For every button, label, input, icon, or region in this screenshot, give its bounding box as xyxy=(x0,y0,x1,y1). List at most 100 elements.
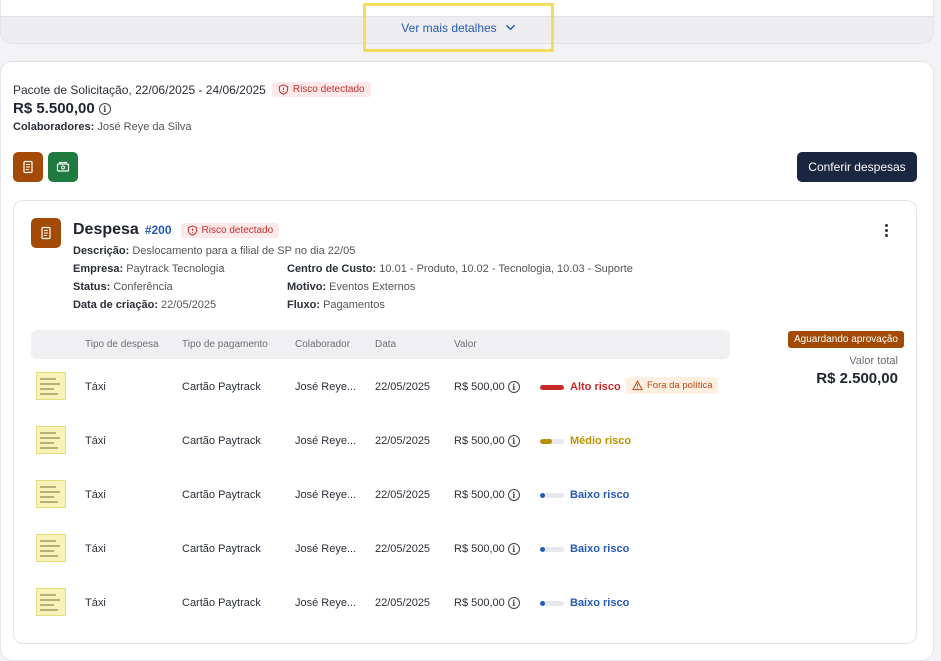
package-amount: R$ 5.500,00 i xyxy=(13,100,111,117)
expense-risk-label: Risco detectado xyxy=(201,224,274,236)
receipt-thumbnail[interactable] xyxy=(36,588,66,616)
column-header-expense-type[interactable]: Tipo de despesa xyxy=(85,339,159,350)
risk-level-bar xyxy=(540,601,564,606)
expense-id-link[interactable]: #200 xyxy=(145,223,172,237)
flow-label: Fluxo: xyxy=(287,299,320,311)
cell-value-text: R$ 500,00 xyxy=(454,543,505,555)
expense-risk-badge: Risco detectado xyxy=(180,222,280,238)
risk-label: Baixo risco xyxy=(570,543,630,555)
reason-line: Motivo: Eventos Externos xyxy=(287,281,415,293)
package-risk-label: Risco detectado xyxy=(292,84,365,95)
flow-value: Pagamentos xyxy=(323,299,385,311)
status-badge: Aguardando aprovação xyxy=(788,331,904,348)
risk-level-bar xyxy=(540,385,564,390)
cell-collaborator: José Reye... xyxy=(295,435,357,447)
collaborators-value: José Reye da Silva xyxy=(97,121,192,133)
risk-level-bar xyxy=(540,547,564,552)
collaborators-label: Colaboradores: xyxy=(13,121,95,133)
cell-expense-type: Táxi xyxy=(85,489,106,501)
cell-expense-type: Táxi xyxy=(85,597,106,609)
description-line: Descrição: Deslocamento para a filial de… xyxy=(73,245,355,257)
cell-collaborator: José Reye... xyxy=(295,543,357,555)
cell-value: R$ 500,00 i xyxy=(454,381,520,393)
package-card: Pacote de Solicitação, 22/06/2025 - 24/0… xyxy=(0,61,934,661)
info-icon[interactable]: i xyxy=(507,489,520,501)
package-risk-badge: Risco detectado xyxy=(271,82,371,97)
risk-level-bar xyxy=(540,493,564,498)
cell-collaborator: José Reye... xyxy=(295,597,357,609)
risk-label: Baixo risco xyxy=(570,597,630,609)
receipt-thumbnail[interactable] xyxy=(36,372,66,400)
expense-card: Despesa #200 Risco detectado Descrição: … xyxy=(13,200,917,644)
info-icon[interactable]: i xyxy=(507,435,520,447)
table-row[interactable]: Táxi Cartão Paytrack José Reye... 22/05/202… xyxy=(31,475,730,515)
policy-badge: Fora da política xyxy=(626,377,719,394)
table-header: Tipo de despesa Tipo de pagamento Colabo… xyxy=(31,330,730,359)
company-label: Empresa: xyxy=(73,263,124,275)
cell-value: R$ 500,00 i xyxy=(454,489,520,501)
package-amount-value: R$ 5.500,00 xyxy=(13,100,95,117)
receipt-thumbnail[interactable] xyxy=(36,480,66,508)
status-label: Status: xyxy=(73,281,111,293)
cell-value-text: R$ 500,00 xyxy=(454,435,505,447)
created-value: 22/05/2025 xyxy=(161,299,217,311)
cell-expense-type: Táxi xyxy=(85,381,106,393)
risk-label: Baixo risco xyxy=(570,489,630,501)
cell-date: 22/05/2025 xyxy=(375,597,431,609)
column-header-collaborator[interactable]: Colaborador xyxy=(295,339,350,350)
column-header-value[interactable]: Valor xyxy=(454,339,477,350)
company-line: Empresa: Paytrack Tecnologia xyxy=(73,263,224,275)
cell-payment-type: Cartão Paytrack xyxy=(182,597,261,609)
cash-button[interactable] xyxy=(48,152,78,182)
receipt-thumbnail[interactable] xyxy=(36,426,66,454)
cost-center-value: 10.01 - Produto, 10.02 - Tecnologia, 10.… xyxy=(379,263,633,275)
cash-icon xyxy=(56,161,70,172)
receipt-button[interactable] xyxy=(13,152,43,182)
cell-payment-type: Cartão Paytrack xyxy=(182,381,261,393)
flow-line: Fluxo: Pagamentos xyxy=(287,299,385,311)
description-value: Deslocamento para a filial de SP no dia … xyxy=(132,245,356,257)
risk-label: Médio risco xyxy=(570,435,632,447)
cell-value-text: R$ 500,00 xyxy=(454,381,505,393)
expense-header: Despesa #200 Risco detectado xyxy=(73,221,280,239)
package-collaborators: Colaboradores: José Reye da Silva xyxy=(13,121,192,133)
cell-value-text: R$ 500,00 xyxy=(454,597,505,609)
cell-expense-type: Táxi xyxy=(85,543,106,555)
status-value: Conferência xyxy=(113,281,173,293)
reason-label: Motivo: xyxy=(287,281,327,293)
info-icon[interactable]: i xyxy=(507,381,520,393)
cost-center-label: Centro de Custo: xyxy=(287,263,377,275)
more-details-label: Ver mais detalhes xyxy=(401,20,497,35)
cell-date: 22/05/2025 xyxy=(375,381,431,393)
cost-center-line: Centro de Custo: 10.01 - Produto, 10.02 … xyxy=(287,263,633,275)
table-row[interactable]: Táxi Cartão Paytrack José Reye... 22/05/202… xyxy=(31,529,730,569)
cell-expense-type: Táxi xyxy=(85,435,106,447)
cell-date: 22/05/2025 xyxy=(375,489,431,501)
table-row[interactable]: Táxi Cartão Paytrack José Reye... 22/05/202… xyxy=(31,421,730,461)
package-header: Pacote de Solicitação, 22/06/2025 - 24/0… xyxy=(13,82,371,97)
risk-label: Alto risco xyxy=(570,381,621,393)
info-icon[interactable]: i xyxy=(507,543,520,555)
warning-icon xyxy=(632,380,643,391)
company-value: Paytrack Tecnologia xyxy=(126,263,225,275)
reason-value: Eventos Externos xyxy=(329,281,416,293)
more-options-icon[interactable] xyxy=(877,221,895,239)
chevron-down-icon xyxy=(505,24,515,31)
column-header-date[interactable]: Data xyxy=(375,339,396,350)
receipt-thumbnail[interactable] xyxy=(36,534,66,562)
table-row[interactable]: Táxi Cartão Paytrack José Reye... 22/05/202… xyxy=(31,583,730,623)
cell-value: R$ 500,00 i xyxy=(454,597,520,609)
table-row[interactable]: Táxi Cartão Paytrack José Reye... 22/05/202… xyxy=(31,367,730,407)
column-header-payment-type[interactable]: Tipo de pagamento xyxy=(182,339,268,350)
check-expenses-button[interactable]: Conferir despesas xyxy=(797,152,917,182)
cell-collaborator: José Reye... xyxy=(295,489,357,501)
shield-alert-icon xyxy=(278,84,288,95)
more-details-link[interactable]: Ver mais detalhes xyxy=(363,3,554,52)
risk-level-bar xyxy=(540,439,564,444)
cell-value: R$ 500,00 i xyxy=(454,435,520,447)
shield-alert-icon xyxy=(187,224,197,236)
expense-title: Despesa xyxy=(73,221,139,238)
info-icon[interactable]: i xyxy=(507,597,520,609)
info-icon[interactable]: i xyxy=(98,102,111,115)
cell-payment-type: Cartão Paytrack xyxy=(182,543,261,555)
